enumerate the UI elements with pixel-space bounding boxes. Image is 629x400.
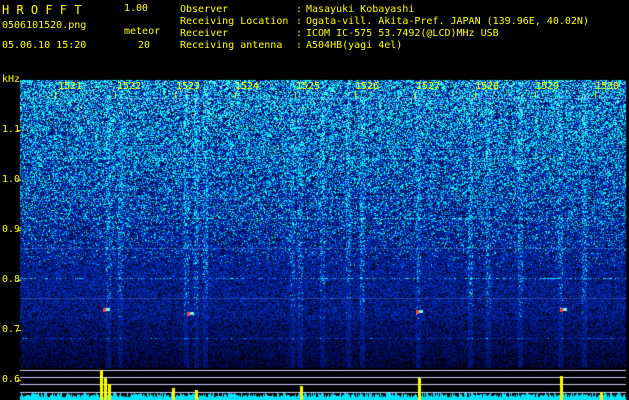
date-time: 05.06.10 15:20 (2, 40, 87, 51)
x-tick-label: 1524 (235, 81, 260, 92)
antenna-sep: : (296, 40, 303, 51)
spectrogram-canvas (0, 0, 629, 400)
x-tick-label: 1527 (416, 81, 441, 92)
x-tick-label: 1523 (176, 81, 201, 92)
x-tick-label: 1521 (58, 81, 83, 92)
meteor-count: 20 (138, 40, 151, 51)
app-version: 1.00 (124, 3, 149, 14)
y-tick-label: 1.1 (2, 124, 21, 135)
location-value: Ogata-vill. Akita-Pref. JAPAN (139.96E, … (306, 16, 589, 27)
antenna-label: Receiving antenna (180, 40, 283, 51)
x-tick-label: 1529 (535, 81, 560, 92)
antenna-value: A504HB(yagi 4el) (306, 40, 403, 51)
receiver-value: ICOM IC-575 53.7492(@LCD)MHz USB (306, 28, 499, 39)
meteor-label: meteor (124, 26, 161, 37)
x-tick-label: 1522 (117, 81, 142, 92)
location-label: Receiving Location (180, 16, 289, 27)
file-name: 0506101520.png (2, 20, 87, 31)
receiver-sep: : (296, 28, 303, 39)
observer-value: Masayuki Kobayashi (306, 4, 415, 15)
location-sep: : (296, 16, 303, 27)
y-tick-label: 0.7 (2, 324, 21, 335)
receiver-label: Receiver (180, 28, 229, 39)
hroft-window: H R O F F T 1.00 0506101520.png meteor 0… (0, 0, 629, 400)
x-tick-label: 1526 (355, 81, 380, 92)
y-tick-label: 0.6 (2, 374, 21, 385)
app-name: H R O F F T (2, 3, 82, 17)
y-axis-unit: kHz (2, 74, 21, 85)
y-tick-label: 0.8 (2, 274, 21, 285)
x-tick-label: 1528 (475, 81, 500, 92)
x-tick-label: 1525 (296, 81, 321, 92)
observer-sep: : (296, 4, 303, 15)
x-tick-label: 1530 (595, 81, 620, 92)
y-tick-label: 1.0 (2, 174, 21, 185)
observer-label: Observer (180, 4, 229, 15)
y-tick-label: 0.9 (2, 224, 21, 235)
